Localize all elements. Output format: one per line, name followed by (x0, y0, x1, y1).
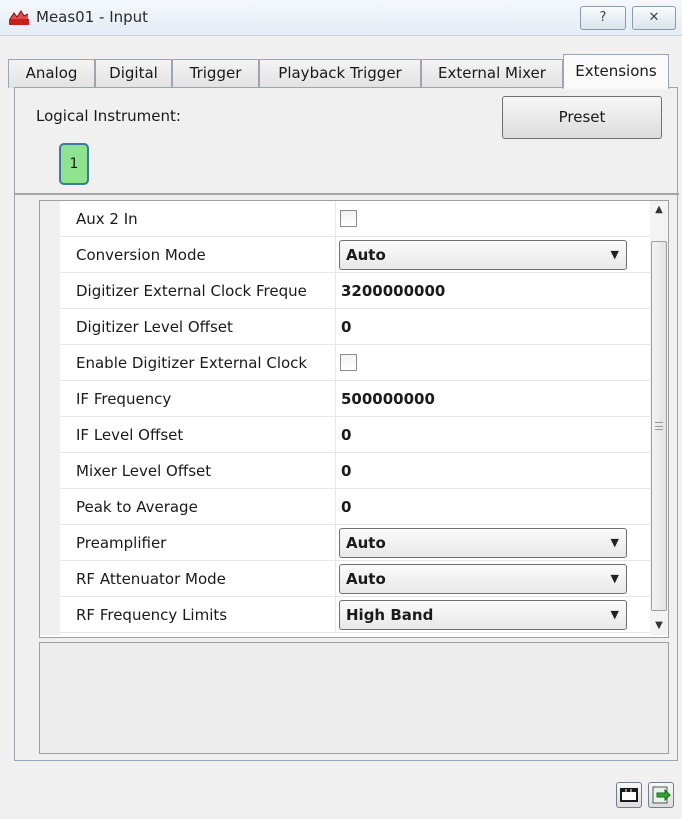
property-name: Mixer Level Offset (60, 453, 336, 489)
scroll-thumb[interactable] (651, 241, 667, 611)
window-title: Meas01 - Input (36, 8, 149, 26)
preamplifier-select[interactable]: Auto ▼ (339, 528, 627, 558)
dropdown-arrow-icon: ▼ (610, 608, 619, 621)
property-name: Conversion Mode (60, 237, 336, 273)
help-icon: ? (599, 10, 607, 25)
property-value (337, 345, 650, 381)
combo-value: Auto (346, 534, 386, 552)
description-panel (39, 642, 669, 754)
logical-instrument-label: Logical Instrument: (36, 107, 181, 125)
tab-extensions[interactable]: Extensions (563, 54, 669, 89)
close-icon: ✕ (648, 10, 660, 25)
property-row: Digitizer External Clock Freque 32000000… (60, 273, 650, 309)
property-name: Peak to Average (60, 489, 336, 525)
property-value: Auto ▼ (337, 237, 650, 273)
property-row: Peak to Average 0 (60, 489, 650, 525)
scroll-down-icon[interactable]: ▼ (650, 617, 668, 635)
tab-trigger[interactable]: Trigger (172, 59, 259, 88)
property-row: Mixer Level Offset 0 (60, 453, 650, 489)
property-row: Enable Digitizer External Clock (60, 345, 650, 381)
property-row: Preamplifier Auto ▼ (60, 525, 650, 561)
property-name: Digitizer External Clock Freque (60, 273, 336, 309)
property-name: RF Attenuator Mode (60, 561, 336, 597)
window-icon[interactable] (616, 782, 642, 808)
grid-margin (40, 201, 60, 635)
property-name: Digitizer Level Offset (60, 309, 336, 345)
property-value (337, 201, 650, 237)
help-button[interactable]: ? (580, 6, 626, 30)
instrument-app-icon (9, 10, 29, 25)
property-row: Conversion Mode Auto ▼ (60, 237, 650, 273)
enable-digitizer-ext-clock-checkbox[interactable] (340, 354, 357, 371)
property-grid: Aux 2 In Conversion Mode Auto ▼ Digitize… (39, 200, 669, 638)
property-name: Enable Digitizer External Clock (60, 345, 336, 381)
close-button[interactable]: ✕ (632, 6, 676, 30)
combo-value: Auto (346, 246, 386, 264)
peak-to-average-value[interactable]: 0 (337, 489, 650, 525)
property-row: Aux 2 In (60, 201, 650, 237)
window-glyph (620, 788, 638, 802)
if-frequency-value[interactable]: 500000000 (337, 381, 650, 417)
digitizer-level-offset-value[interactable]: 0 (337, 309, 650, 345)
property-name: Preamplifier (60, 525, 336, 561)
combo-value: Auto (346, 570, 386, 588)
extensions-panel: Logical Instrument: Preset 1 Aux 2 In Co… (14, 87, 679, 761)
property-name: IF Level Offset (60, 417, 336, 453)
tab-external-mixer[interactable]: External Mixer (421, 59, 563, 88)
dropdown-arrow-icon: ▼ (610, 248, 619, 261)
logical-instrument-button[interactable]: 1 (59, 143, 89, 185)
dropdown-arrow-icon: ▼ (610, 536, 619, 549)
tab-playback-trigger[interactable]: Playback Trigger (259, 59, 421, 88)
aux2-in-checkbox[interactable] (340, 210, 357, 227)
property-row: IF Frequency 500000000 (60, 381, 650, 417)
tab-analog[interactable]: Analog (8, 59, 95, 88)
property-row: RF Frequency Limits High Band ▼ (60, 597, 650, 633)
scroll-up-icon[interactable]: ▲ (650, 201, 668, 219)
property-value: High Band ▼ (337, 597, 650, 633)
rf-frequency-limits-select[interactable]: High Band ▼ (339, 600, 627, 630)
property-name: RF Frequency Limits (60, 597, 336, 633)
combo-value: High Band (346, 606, 434, 624)
if-level-offset-value[interactable]: 0 (337, 417, 650, 453)
preset-button[interactable]: Preset (502, 96, 662, 139)
property-name: IF Frequency (60, 381, 336, 417)
grip-icon (655, 422, 663, 430)
export-glyph (652, 786, 671, 804)
title-bar: Meas01 - Input ? ✕ (0, 0, 682, 36)
separator (15, 193, 679, 195)
mixer-level-offset-value[interactable]: 0 (337, 453, 650, 489)
property-value: Auto ▼ (337, 525, 650, 561)
property-name: Aux 2 In (60, 201, 336, 237)
digitizer-ext-clock-freq-value[interactable]: 3200000000 (337, 273, 650, 309)
property-row: IF Level Offset 0 (60, 417, 650, 453)
tab-strip: Analog Digital Trigger Playback Trigger … (8, 54, 680, 89)
property-value: Auto ▼ (337, 561, 650, 597)
property-rows: Aux 2 In Conversion Mode Auto ▼ Digitize… (60, 201, 650, 633)
dropdown-arrow-icon: ▼ (610, 572, 619, 585)
conversion-mode-select[interactable]: Auto ▼ (339, 240, 627, 270)
property-row: RF Attenuator Mode Auto ▼ (60, 561, 650, 597)
vertical-scrollbar[interactable]: ▲ ▼ (650, 201, 668, 635)
rf-attenuator-mode-select[interactable]: Auto ▼ (339, 564, 627, 594)
tab-digital[interactable]: Digital (95, 59, 172, 88)
property-row: Digitizer Level Offset 0 (60, 309, 650, 345)
export-icon[interactable] (648, 782, 674, 808)
